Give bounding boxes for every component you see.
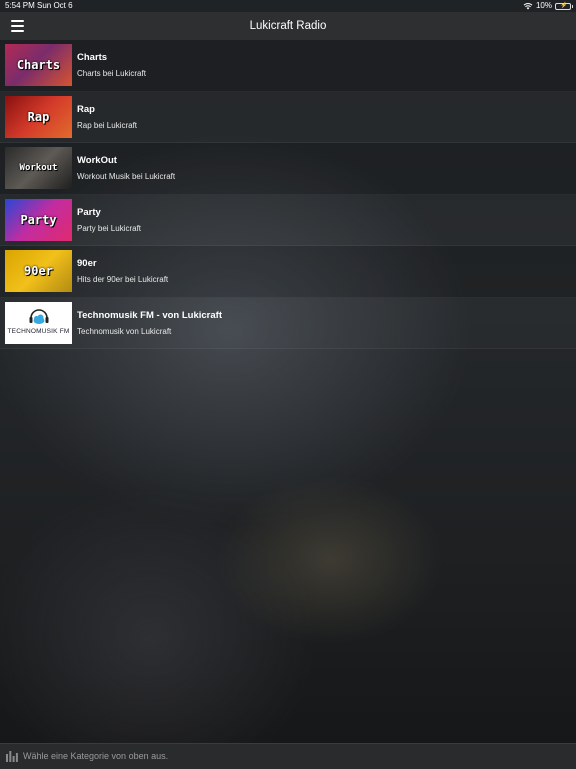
list-item-party[interactable]: Party Party Party bei Lukicraft (0, 195, 576, 246)
list-item-charts[interactable]: Charts Charts Charts bei Lukicraft (0, 40, 576, 92)
battery-icon: ⚡ (555, 2, 573, 10)
thumbnail-label: 90er (24, 264, 53, 278)
status-time: 5:54 PM (5, 1, 35, 10)
wifi-icon (523, 3, 533, 10)
station-title: Technomusik FM - von Lukicraft (77, 309, 222, 321)
list-item-workout[interactable]: Workout WorkOut Workout Musik bei Lukicr… (0, 143, 576, 195)
player-status-text: Wähle eine Kategorie von oben aus. (23, 751, 169, 761)
station-subtitle: Workout Musik bei Lukicraft (77, 172, 176, 181)
station-thumbnail: Charts (5, 44, 72, 86)
equalizer-icon (6, 751, 18, 762)
thumbnail-label: Charts (16, 58, 61, 72)
station-title: WorkOut (77, 155, 117, 166)
station-thumbnail: Workout (5, 147, 72, 189)
station-subtitle: Party bei Lukicraft (77, 223, 142, 233)
station-title: Party (77, 206, 101, 218)
status-date: Sun Oct 6 (37, 1, 73, 10)
hamburger-menu-icon[interactable] (10, 18, 26, 34)
station-thumbnail: Rap (5, 95, 72, 138)
thumbnail-label: Party (20, 212, 57, 227)
station-subtitle: Technomusik von Lukicraft (77, 326, 172, 336)
thumbnail-label: Rap (27, 109, 50, 124)
list-item-90er[interactable]: 90er 90er Hits der 90er bei Lukicraft (0, 246, 576, 298)
list-item-technomusik-fm[interactable]: TECHNOMUSIK FM Technomusik FM - von Luki… (0, 298, 576, 349)
station-thumbnail: 90er (5, 250, 72, 292)
navigation-bar: Lukicraft Radio (0, 12, 576, 40)
status-bar: 5:54 PM Sun Oct 6 10% ⚡ (0, 0, 576, 12)
player-bar[interactable]: Wähle eine Kategorie von oben aus. (0, 743, 576, 769)
status-indicators: 10% ⚡ (523, 0, 573, 12)
station-title: 90er (77, 258, 97, 269)
station-subtitle: Rap bei Lukicraft (77, 120, 138, 130)
list-item-rap[interactable]: Rap Rap Rap bei Lukicraft (0, 92, 576, 143)
station-title: Rap (77, 103, 95, 115)
station-list: Charts Charts Charts bei Lukicraft Rap R… (0, 40, 576, 349)
station-thumbnail: TECHNOMUSIK FM (5, 301, 72, 344)
station-subtitle: Charts bei Lukicraft (77, 69, 146, 78)
battery-percent: 10% (535, 1, 552, 10)
station-subtitle: Hits der 90er bei Lukicraft (77, 275, 169, 284)
thumbnail-label: Workout (19, 163, 58, 173)
headphones-cloud-icon (29, 308, 49, 324)
station-title: Charts (77, 52, 108, 63)
thumbnail-label: TECHNOMUSIK FM (7, 327, 70, 335)
station-thumbnail: Party (5, 198, 72, 241)
page-title: Lukicraft Radio (249, 20, 327, 32)
